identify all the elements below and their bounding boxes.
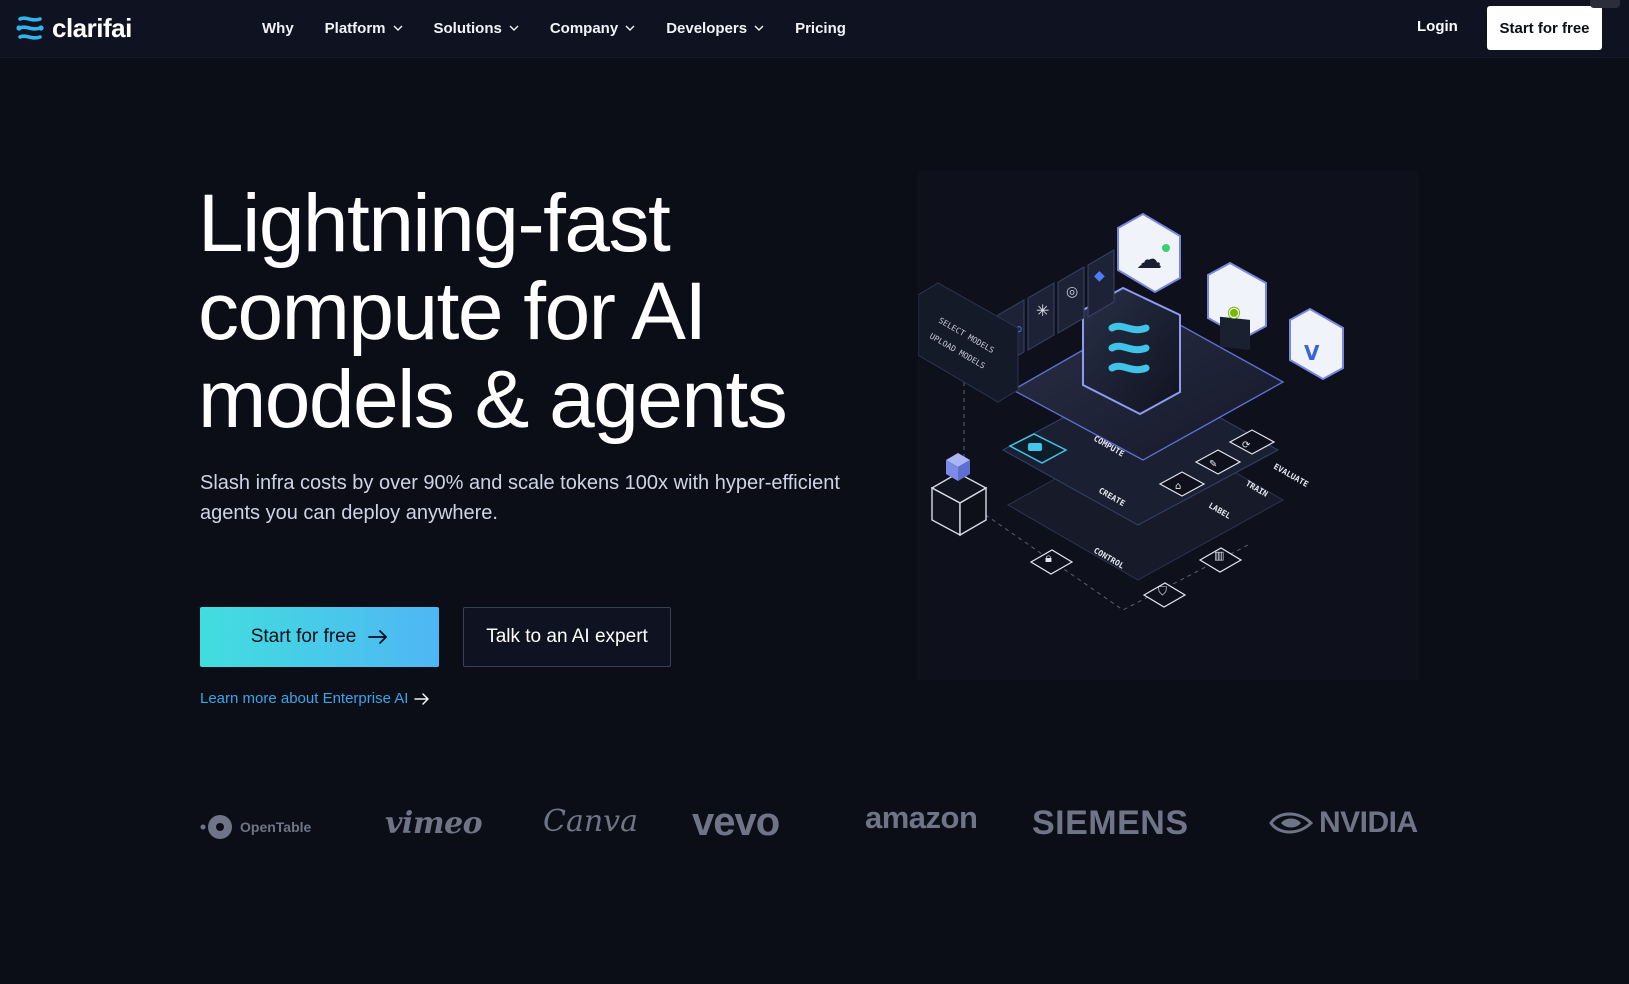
nav-solutions-label: Solutions <box>433 19 502 37</box>
openai-icon: ◎ <box>1066 284 1078 300</box>
opentable-logo: OpenTable <box>200 814 311 840</box>
nav-developers[interactable]: Developers <box>666 20 764 37</box>
hero-start-free-button[interactable]: Start for free <box>200 607 439 667</box>
nav-pricing-label: Pricing <box>795 19 846 37</box>
bar-chart-icon: ▥ <box>1214 549 1224 562</box>
nav-platform[interactable]: Platform <box>325 20 403 37</box>
nav-solutions[interactable]: Solutions <box>434 20 519 37</box>
nav-start-free-button[interactable]: Start for free <box>1487 6 1602 50</box>
window-corner-decoration <box>1590 0 1620 8</box>
hero-subtext: Slash infra costs by over 90% and scale … <box>200 472 840 524</box>
brand-name: clarifai <box>52 12 132 43</box>
clarifai-logo[interactable]: clarifai <box>14 12 132 44</box>
canva-logo: Canva <box>543 804 638 839</box>
shield-icon: ⛉ <box>1158 584 1167 598</box>
spark-icon: ✳ <box>1036 301 1049 320</box>
enterprise-ai-link-label: Learn more about Enterprise AI <box>200 690 409 707</box>
lock-icon: 🔒︎ <box>1045 551 1052 566</box>
cloud-icon: ☁ <box>1136 245 1162 275</box>
chevron-down-icon <box>754 25 764 31</box>
chevron-down-icon <box>625 25 635 31</box>
top-nav: clarifai Why Platform Solutions Company … <box>0 0 1629 58</box>
arrow-right-icon <box>368 630 388 644</box>
label-icon: ⌂ <box>1175 481 1181 492</box>
customer-logos: OpenTable vimeo Canva vevo amazon SIEMEN… <box>200 800 1420 860</box>
nvidia-tile-face <box>1220 316 1250 350</box>
create-tile-icon <box>1028 443 1042 451</box>
nvidia-eye-icon: ◉ <box>1227 302 1241 321</box>
clarifai-logo-icon <box>16 16 44 40</box>
primary-nav: Why Platform Solutions Company Developer… <box>262 0 877 56</box>
evaluate-icon: ⟳ <box>1242 440 1251 451</box>
opentable-wordmark: OpenTable <box>240 819 312 835</box>
arrow-right-icon <box>414 692 430 705</box>
chevron-down-icon <box>393 25 403 31</box>
vertex-icon: V <box>1304 341 1320 365</box>
opentable-icon <box>200 815 232 839</box>
isometric-platform-graphic: ∞ ✳ ◎ ◆ SELECT MODELS UPLOAD MODELS ☁ ◉ … <box>917 170 1418 680</box>
chevron-down-icon <box>509 25 519 31</box>
nav-company-label: Company <box>549 19 619 37</box>
nav-company[interactable]: Company <box>550 20 635 37</box>
nav-why-label: Why <box>262 19 294 37</box>
enterprise-ai-link[interactable]: Learn more about Enterprise AI <box>200 690 430 707</box>
hero-headline: Lightning-fast compute for AI models & a… <box>198 178 788 445</box>
nvidia-logo: NVIDIA <box>1269 806 1418 840</box>
hero-start-free-label: Start for free <box>250 626 357 647</box>
nav-platform-label: Platform <box>324 19 386 37</box>
talk-to-expert-button[interactable]: Talk to an AI expert <box>463 607 671 667</box>
vimeo-logo: vimeo <box>385 806 483 841</box>
nvidia-wordmark: NVIDIA <box>1319 806 1418 839</box>
amazon-logo: amazon <box>865 800 978 835</box>
nav-developers-label: Developers <box>666 19 748 37</box>
status-dot <box>1162 244 1170 252</box>
nav-pricing[interactable]: Pricing <box>795 20 846 37</box>
vevo-logo: vevo <box>692 800 780 844</box>
login-link[interactable]: Login <box>1417 18 1458 35</box>
model-brand-icon: ◆ <box>1094 268 1105 284</box>
train-icon: ✎ <box>1209 459 1217 470</box>
siemens-logo: SIEMENS <box>1032 804 1189 842</box>
platform-illustration: ∞ ✳ ◎ ◆ SELECT MODELS UPLOAD MODELS ☁ ◉ … <box>917 170 1418 680</box>
nvidia-eye-icon <box>1269 812 1313 834</box>
nav-why[interactable]: Why <box>262 20 294 37</box>
